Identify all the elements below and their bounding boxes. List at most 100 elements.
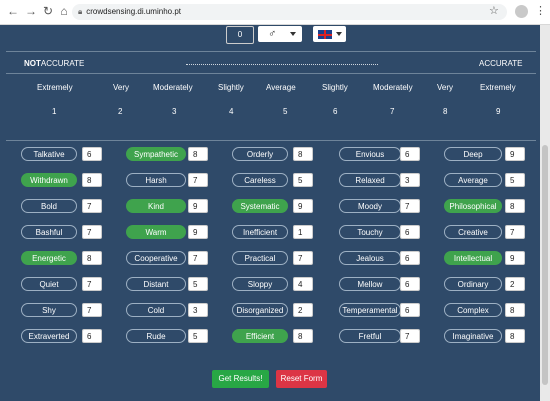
trait-score-input[interactable]: 8 [505, 329, 525, 343]
trait-average-button[interactable]: Average [444, 173, 502, 187]
trait-score-input[interactable]: 7 [82, 303, 102, 317]
trait-shy-button[interactable]: Shy [21, 303, 77, 317]
trait-score-input[interactable]: 8 [505, 303, 525, 317]
scale-number: 6 [333, 107, 338, 116]
trait-temperamental-button[interactable]: Temperamental [339, 303, 401, 317]
trait-score-input[interactable]: 7 [188, 251, 208, 265]
back-icon[interactable]: ← [6, 4, 20, 18]
trait-disorganized-button[interactable]: Disorganized [232, 303, 288, 317]
trait-envious-button[interactable]: Envious [339, 147, 401, 161]
trait-score-input[interactable]: 8 [82, 251, 102, 265]
trait-score-input[interactable]: 5 [293, 173, 313, 187]
trait-rude-button[interactable]: Rude [126, 329, 186, 343]
count-input[interactable]: 0 [226, 26, 254, 44]
trait-score-input[interactable]: 2 [505, 277, 525, 291]
trait-score-input[interactable]: 7 [82, 225, 102, 239]
trait-withdrawn-button[interactable]: Withdrawn [21, 173, 77, 187]
trait-efficient-button[interactable]: Efficient [232, 329, 288, 343]
trait-score-input[interactable]: 6 [400, 147, 420, 161]
trait-philosophical-button[interactable]: Philosophical [444, 199, 502, 213]
trait-sympathetic-button[interactable]: Sympathetic [126, 147, 186, 161]
trait-score-input[interactable]: 8 [293, 147, 313, 161]
trait-mellow-button[interactable]: Mellow [339, 277, 401, 291]
trait-score-input[interactable]: 3 [400, 173, 420, 187]
trait-practical-button[interactable]: Practical [232, 251, 288, 265]
trait-score-input[interactable]: 6 [400, 303, 420, 317]
trait-ordinary-button[interactable]: Ordinary [444, 277, 502, 291]
trait-extraverted-button[interactable]: Extraverted [21, 329, 77, 343]
trait-bashful-button[interactable]: Bashful [21, 225, 77, 239]
trait-cold-button[interactable]: Cold [126, 303, 186, 317]
trait-touchy-button[interactable]: Touchy [339, 225, 401, 239]
trait-quiet-button[interactable]: Quiet [21, 277, 77, 291]
menu-dots-icon[interactable]: ⋮ [535, 4, 546, 18]
trait-sloppy-button[interactable]: Sloppy [232, 277, 288, 291]
trait-warm-button[interactable]: Warm [126, 225, 186, 239]
scale-number: 4 [229, 107, 234, 116]
trait-score-input[interactable]: 4 [293, 277, 313, 291]
trait-kind-button[interactable]: Kind [126, 199, 186, 213]
trait-score-input[interactable]: 8 [293, 329, 313, 343]
trait-deep-button[interactable]: Deep [444, 147, 502, 161]
trait-imaginative-button[interactable]: Imaginative [444, 329, 502, 343]
trait-inefficient-button[interactable]: Inefficient [232, 225, 288, 239]
trait-score-input[interactable]: 7 [293, 251, 313, 265]
trait-score-input[interactable]: 6 [400, 277, 420, 291]
reload-icon[interactable]: ↻ [41, 4, 55, 18]
trait-cooperative-button[interactable]: Cooperative [126, 251, 186, 265]
trait-score-input[interactable]: 9 [293, 199, 313, 213]
trait-score-input[interactable]: 9 [505, 251, 525, 265]
address-bar[interactable]: 🔒︎ crowdsensing.di.uminho.pt [72, 4, 507, 20]
home-icon[interactable]: ⌂ [57, 4, 71, 18]
gender-dropdown[interactable]: ♂ [258, 26, 302, 42]
trait-score-input[interactable]: 7 [188, 173, 208, 187]
trait-score-input[interactable]: 6 [82, 329, 102, 343]
language-dropdown[interactable] [313, 26, 346, 42]
scale-number: 3 [172, 107, 177, 116]
trait-score-input[interactable]: 5 [188, 329, 208, 343]
trait-score-input[interactable]: 8 [188, 147, 208, 161]
scale-left-label: NOTACCURATE [24, 59, 85, 68]
trait-score-input[interactable]: 7 [82, 277, 102, 291]
trait-score-input[interactable]: 6 [400, 225, 420, 239]
trait-score-input[interactable]: 9 [188, 225, 208, 239]
trait-creative-button[interactable]: Creative [444, 225, 502, 239]
trait-score-input[interactable]: 7 [505, 225, 525, 239]
trait-bold-button[interactable]: Bold [21, 199, 77, 213]
trait-score-input[interactable]: 6 [400, 251, 420, 265]
trait-score-input[interactable]: 8 [505, 199, 525, 213]
scrollbar-thumb[interactable] [542, 145, 548, 385]
bookmark-star-icon[interactable]: ☆ [489, 4, 499, 17]
trait-intellectual-button[interactable]: Intellectual [444, 251, 502, 265]
trait-score-input[interactable]: 8 [82, 173, 102, 187]
trait-fretful-button[interactable]: Fretful [339, 329, 401, 343]
trait-score-input[interactable]: 9 [188, 199, 208, 213]
trait-score-input[interactable]: 6 [82, 147, 102, 161]
trait-score-input[interactable]: 5 [505, 173, 525, 187]
profile-avatar[interactable] [515, 5, 528, 18]
trait-score-input[interactable]: 5 [188, 277, 208, 291]
trait-distant-button[interactable]: Distant [126, 277, 186, 291]
trait-harsh-button[interactable]: Harsh [126, 173, 186, 187]
trait-careless-button[interactable]: Careless [232, 173, 288, 187]
trait-score-input[interactable]: 1 [293, 225, 313, 239]
reset-form-button[interactable]: Reset Form [276, 370, 327, 388]
trait-score-input[interactable]: 7 [400, 329, 420, 343]
trait-score-input[interactable]: 7 [82, 199, 102, 213]
trait-complex-button[interactable]: Complex [444, 303, 502, 317]
trait-jealous-button[interactable]: Jealous [339, 251, 401, 265]
trait-talkative-button[interactable]: Talkative [21, 147, 77, 161]
forward-icon[interactable]: → [24, 4, 38, 18]
scrollbar[interactable] [540, 25, 550, 401]
trait-systematic-button[interactable]: Systematic [232, 199, 288, 213]
trait-score-input[interactable]: 9 [505, 147, 525, 161]
trait-energetic-button[interactable]: Energetic [21, 251, 77, 265]
trait-score-input[interactable]: 3 [188, 303, 208, 317]
trait-relaxed-button[interactable]: Relaxed [339, 173, 401, 187]
trait-orderly-button[interactable]: Orderly [232, 147, 288, 161]
trait-score-input[interactable]: 2 [293, 303, 313, 317]
divider [6, 140, 536, 141]
trait-score-input[interactable]: 7 [400, 199, 420, 213]
trait-moody-button[interactable]: Moody [339, 199, 401, 213]
get-results-button[interactable]: Get Results! [212, 370, 269, 388]
